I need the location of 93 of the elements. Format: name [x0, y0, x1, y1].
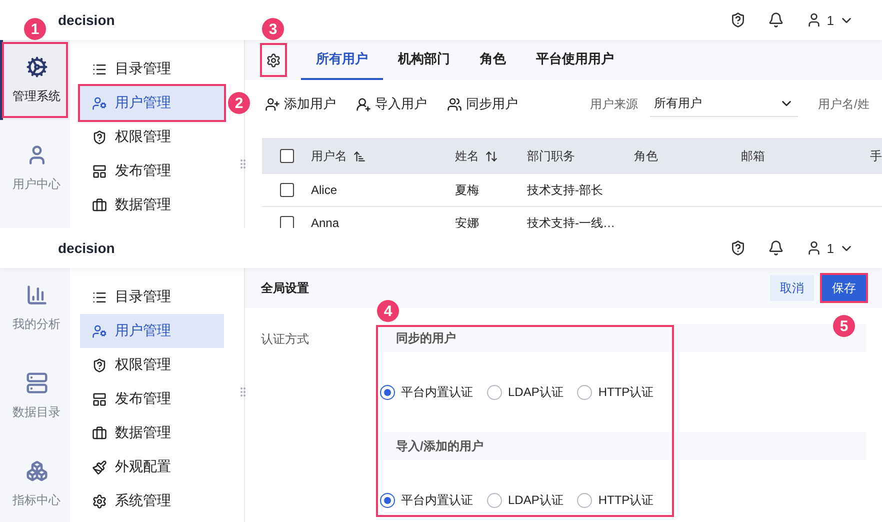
- user-plus-icon: [265, 96, 280, 112]
- column-header: 姓名: [455, 148, 479, 164]
- source-select[interactable]: 所有用户: [650, 91, 798, 117]
- table-cell-text: 技术支持-一线…: [527, 214, 616, 228]
- user-name[interactable]: 1: [826, 12, 834, 28]
- page-title: 全局设置: [261, 280, 309, 296]
- menu-item[interactable]: 发布管理: [80, 154, 224, 188]
- table-cell-text: 技术支持-部长: [527, 182, 604, 198]
- shield-icon: [92, 358, 107, 372]
- radio-option[interactable]: 平台内置认证: [380, 384, 473, 400]
- users-icon: [447, 96, 462, 112]
- radio-button[interactable]: [380, 492, 395, 508]
- server-icon: [26, 372, 48, 394]
- group-header: 导入/添加的用户: [380, 432, 866, 460]
- briefcase-icon: [92, 426, 107, 440]
- checkbox[interactable]: [280, 183, 294, 197]
- table-cell-text: Alice: [311, 183, 338, 197]
- column-header: 角色: [634, 148, 658, 164]
- briefcase-icon: [92, 198, 107, 212]
- tab[interactable]: 机构部门: [383, 40, 465, 80]
- table-cell-text: Anna: [311, 216, 340, 228]
- app-title: decision: [58, 12, 115, 28]
- menu-item[interactable]: 权限管理: [80, 348, 224, 382]
- help-icon[interactable]: [730, 12, 746, 28]
- tab[interactable]: 所有用户: [301, 40, 383, 80]
- settings-icon: [92, 494, 107, 508]
- toolbar-button[interactable]: 添加用户: [265, 95, 336, 113]
- list-icon: [92, 62, 107, 76]
- settings-icon: [266, 52, 281, 68]
- app-title: decision: [58, 240, 115, 256]
- callout-badge: 4: [377, 300, 399, 322]
- user-icon[interactable]: [806, 12, 822, 28]
- rail-item[interactable]: 我的分析: [0, 268, 70, 348]
- checkbox[interactable]: [280, 149, 294, 163]
- sort-icon[interactable]: [353, 150, 366, 162]
- save-button[interactable]: 保存: [822, 275, 866, 301]
- column-header: 邮箱: [741, 148, 765, 164]
- menu-item[interactable]: 系统管理: [80, 484, 224, 518]
- menu-item[interactable]: 数据管理: [80, 188, 224, 222]
- gear-icon: [26, 56, 48, 78]
- table-cell-text: 夏梅: [455, 182, 480, 198]
- radio-button[interactable]: [487, 384, 502, 400]
- bell-icon[interactable]: [768, 240, 784, 256]
- radio-option[interactable]: 平台内置认证: [380, 492, 473, 508]
- menu-item[interactable]: 目录管理: [80, 280, 224, 314]
- menu-item[interactable]: 权限管理: [80, 120, 224, 154]
- tab[interactable]: 角色: [465, 40, 521, 80]
- rail-item[interactable]: 指标中心: [0, 444, 70, 522]
- radio-option[interactable]: LDAP认证: [487, 492, 564, 508]
- field-label: 认证方式: [261, 331, 310, 348]
- user-icon[interactable]: [806, 240, 822, 256]
- settings-button[interactable]: [260, 43, 287, 77]
- menu-item[interactable]: 数据管理: [80, 416, 224, 450]
- layout-icon: [92, 392, 107, 406]
- toolbar-button[interactable]: 导入用户: [356, 95, 427, 113]
- help-icon[interactable]: [730, 240, 746, 256]
- brush-icon: [92, 460, 107, 474]
- callout-badge: 5: [833, 315, 855, 337]
- layout-icon: [92, 164, 107, 178]
- boxes-icon: [26, 460, 48, 482]
- radio-button[interactable]: [577, 384, 592, 400]
- filter-label: 用户来源: [590, 96, 638, 112]
- column-header: 部门职务: [527, 148, 575, 164]
- radio-button[interactable]: [380, 384, 395, 400]
- list-icon: [92, 290, 107, 304]
- column-header: 手: [870, 148, 882, 164]
- tab[interactable]: 平台使用用户: [521, 40, 629, 80]
- checkbox[interactable]: [280, 216, 294, 228]
- radio-option[interactable]: HTTP认证: [577, 384, 654, 400]
- rail-item[interactable]: 管理系统: [0, 40, 70, 120]
- shield-icon: [92, 130, 107, 144]
- callout-badge: 2: [228, 92, 250, 114]
- menu-item[interactable]: 用户管理: [80, 314, 224, 348]
- menu-item[interactable]: 目录管理: [80, 52, 224, 86]
- rail-item[interactable]: 用户中心: [0, 128, 70, 208]
- user-icon: [92, 96, 107, 110]
- user-icon: [92, 324, 107, 338]
- rail-item[interactable]: 数据目录: [0, 356, 70, 436]
- menu-item[interactable]: 外观配置: [80, 450, 224, 484]
- menu-item[interactable]: 发布管理: [80, 382, 224, 416]
- table-cell-text: 安娜: [455, 214, 480, 228]
- chart-icon: [26, 284, 48, 306]
- menu-item[interactable]: 用户管理: [80, 86, 224, 120]
- bell-icon[interactable]: [768, 12, 784, 28]
- toolbar-button[interactable]: 同步用户: [447, 95, 518, 113]
- sort-icon[interactable]: [485, 150, 498, 162]
- radio-option[interactable]: LDAP认证: [487, 384, 564, 400]
- cancel-button[interactable]: 取消: [770, 275, 814, 301]
- column-header: 用户名: [311, 148, 347, 164]
- radio-button[interactable]: [487, 492, 502, 508]
- user-name[interactable]: 1: [826, 240, 834, 256]
- radio-option[interactable]: HTTP认证: [577, 492, 654, 508]
- radio-button[interactable]: [577, 492, 592, 508]
